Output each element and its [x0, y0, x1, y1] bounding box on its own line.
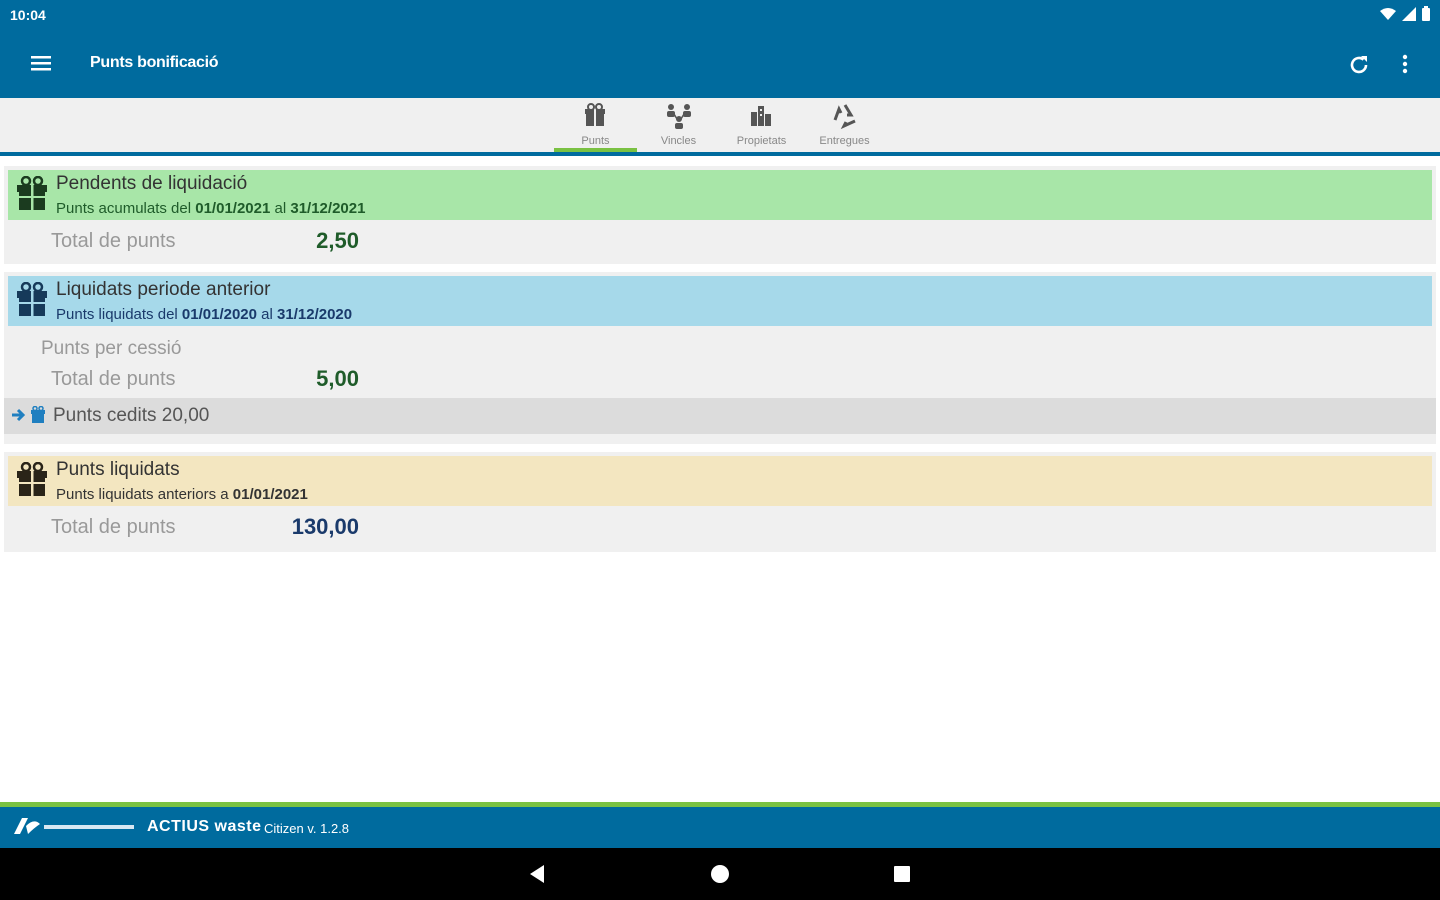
company-logo-icon [14, 818, 134, 834]
recycle-icon [833, 104, 856, 130]
tab-vincles[interactable]: Vincles [637, 98, 720, 152]
liquidated-total-row: Total de punts 130,00 [4, 506, 1436, 546]
back-triangle-icon [530, 865, 544, 883]
previous-section: Liquidats periode anterior Punts liquida… [4, 272, 1436, 444]
total-label: Total de punts [51, 368, 176, 390]
liquidated-header: Punts liquidats Punts liquidats anterior… [8, 456, 1432, 506]
page-title: Punts bonificació [90, 54, 219, 71]
nav-back-button[interactable] [526, 862, 550, 886]
status-bar: 10:04 [0, 0, 1440, 30]
liquidated-section: Punts liquidats Punts liquidats anterior… [4, 452, 1436, 552]
pending-date-to: 31/12/2021 [290, 200, 366, 217]
previous-date-to: 31/12/2020 [277, 306, 353, 323]
home-circle-icon [711, 865, 729, 883]
pending-date-from: 01/01/2021 [195, 200, 271, 217]
total-label: Total de punts [51, 230, 176, 252]
previous-header: Liquidats periode anterior Punts liquida… [8, 276, 1432, 326]
hamburger-icon [31, 56, 51, 71]
gift-icon [17, 282, 47, 316]
pending-total-row: Total de punts 2,50 [4, 220, 1436, 260]
tab-entregues[interactable]: Entregues [803, 98, 886, 152]
more-options-button[interactable] [1390, 50, 1420, 80]
people-link-icon [667, 104, 691, 129]
tab-punts[interactable]: Punts [554, 98, 637, 152]
liquidated-subtitle: Punts liquidats anteriors a 01/01/2021 [56, 486, 308, 503]
pending-joiner: al [274, 200, 287, 217]
ceded-points-text: Punts cedits 20,00 [53, 405, 210, 426]
active-tab-indicator [554, 148, 637, 152]
liquidated-title: Punts liquidats [56, 459, 180, 480]
recents-square-icon [894, 866, 910, 882]
system-icons [1380, 6, 1430, 21]
cession-row: Punts per cessió [4, 326, 1436, 359]
pending-total-value: 2,50 [316, 228, 359, 253]
total-label: Total de punts [51, 516, 176, 538]
tab-label: Propietats [736, 135, 787, 147]
pending-subtitle: Punts acumulats del 01/01/2021 al 31/12/… [56, 200, 365, 217]
previous-joiner: al [261, 306, 273, 323]
pending-section: Pendents de liquidació Punts acumulats d… [4, 166, 1436, 264]
buildings-icon [751, 106, 771, 126]
app-bar: Punts bonificació [0, 30, 1440, 98]
battery-icon [1422, 6, 1430, 21]
tab-bar: Punts Vincles Propietats Entregues [0, 98, 1440, 156]
tab-propietats[interactable]: Propietats [720, 98, 803, 152]
nav-home-button[interactable] [708, 862, 732, 886]
tab-label: Punts [581, 135, 610, 147]
liquidated-subtitle-prefix: Punts liquidats anteriors a [56, 486, 229, 503]
pending-subtitle-prefix: Punts acumulats del [56, 200, 192, 217]
refresh-icon [1350, 56, 1368, 74]
tab-label: Vincles [660, 135, 697, 147]
gift-icon [17, 176, 47, 210]
more-vert-icon [1402, 54, 1408, 74]
previous-total-row: Total de punts 5,00 [4, 358, 1436, 398]
gift-icon [17, 462, 47, 496]
app-version: Citizen v. 1.2.8 [264, 821, 350, 836]
pending-header: Pendents de liquidació Punts acumulats d… [8, 170, 1432, 220]
refresh-button[interactable] [1344, 50, 1374, 80]
menu-button[interactable] [26, 50, 56, 78]
gift-icon [585, 103, 605, 126]
pending-title: Pendents de liquidació [56, 173, 248, 194]
previous-date-from: 01/01/2020 [181, 306, 257, 323]
transfer-gift-icon [12, 406, 45, 423]
status-time: 10:04 [10, 7, 46, 23]
liquidated-total-value: 130,00 [291, 514, 359, 539]
previous-total-value: 5,00 [316, 366, 359, 391]
liquidated-date: 01/01/2021 [232, 486, 308, 503]
previous-subtitle: Punts liquidats del 01/01/2020 al 31/12/… [56, 306, 352, 323]
previous-subtitle-prefix: Punts liquidats del [56, 306, 178, 323]
ceded-points-row: Punts cedits 20,00 [4, 398, 1436, 434]
wifi-icon [1380, 7, 1396, 20]
nav-recents-button[interactable] [890, 862, 914, 886]
brand-name: ACTIUS waste [147, 818, 262, 835]
footer-bar: ACTIUS waste Citizen v. 1.2.8 [0, 802, 1440, 848]
previous-title: Liquidats periode anterior [56, 279, 271, 300]
signal-icon [1402, 6, 1416, 21]
cession-label: Punts per cessió [41, 338, 182, 359]
app-root: 10:04 Punts bonificació Punts Vincles Pr… [0, 0, 1440, 900]
system-nav-bar [0, 848, 1440, 900]
tab-label: Entregues [819, 135, 870, 147]
